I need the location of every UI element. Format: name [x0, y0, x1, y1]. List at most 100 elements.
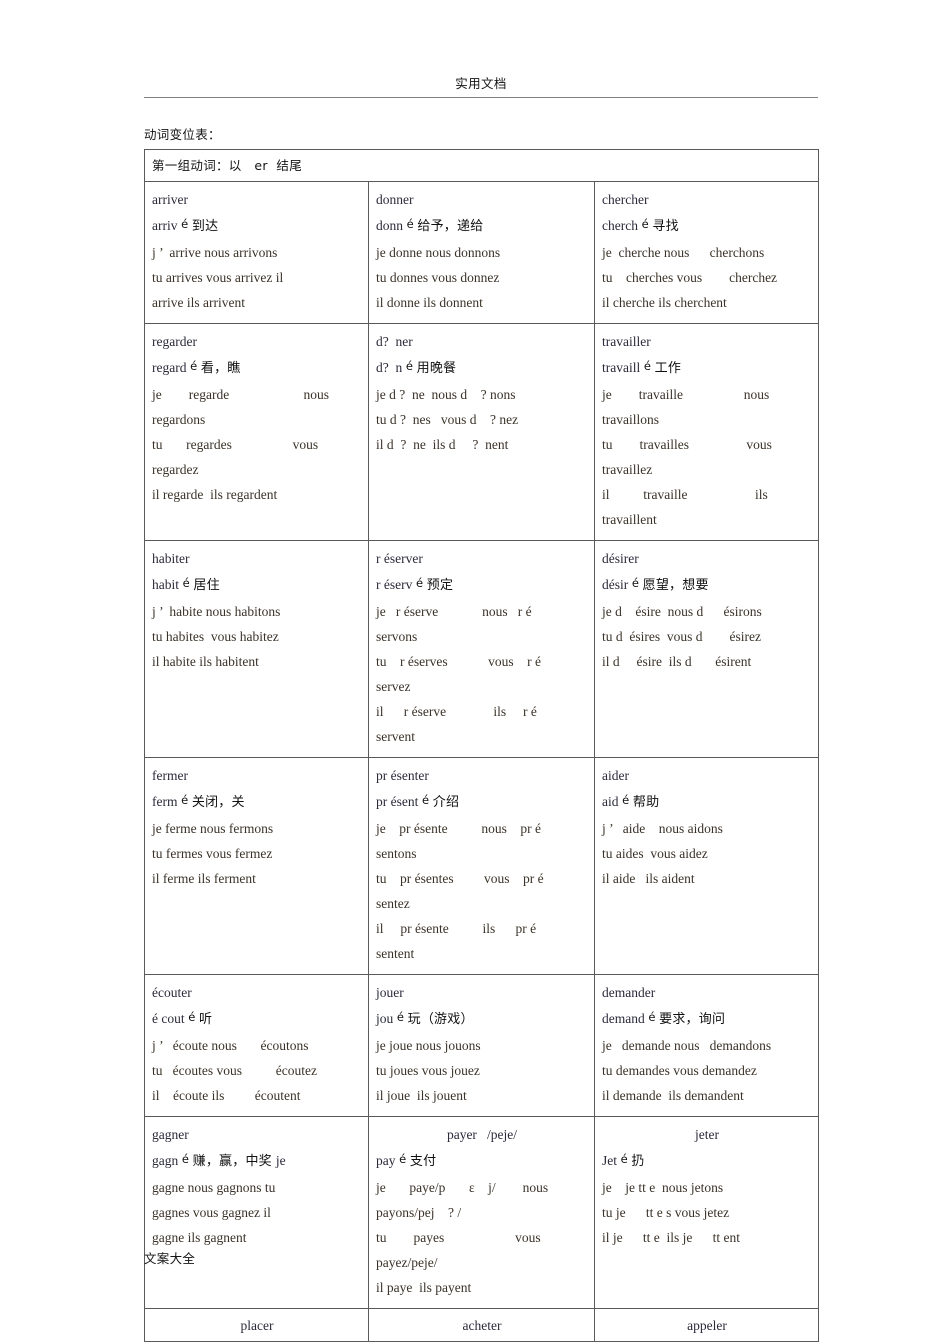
accent-e-icon: é	[412, 576, 427, 590]
verb-meaning: 给予，递给	[417, 219, 484, 234]
table-banner-label: 第一组动词：以 er 结尾	[152, 158, 302, 173]
conjugation-line: tu écoutes vous écoutez	[152, 1063, 317, 1078]
verb-meaning: 赚，赢，中奖	[192, 1154, 272, 1169]
verb-infinitive: fermer	[152, 768, 188, 783]
verb-meaning: 到达	[191, 219, 219, 234]
conjugation-line: tu demandes vous demandez	[602, 1063, 757, 1078]
conjugation-line: arrive ils arrivent	[152, 295, 245, 310]
conjugation-line: il joue ils jouent	[376, 1088, 467, 1103]
conjugation-line: je regarde nous	[152, 387, 329, 402]
verb-stem: arriv	[152, 218, 178, 233]
verb-stem: aid	[602, 794, 619, 809]
accent-e-icon: é	[644, 1010, 660, 1024]
verb-stem: jou	[376, 1011, 394, 1026]
conjugation-line: il aide ils aident	[602, 871, 695, 886]
verb-infinitive: demander	[602, 985, 656, 1000]
conjugation-line: tu payes vous	[376, 1230, 541, 1245]
table-row: arriver arriv é 到达 j ’ arrive nous arrivon…	[144, 181, 820, 324]
verb-meaning: 居住	[193, 578, 220, 593]
verb-gloss-line: pay é 支付	[376, 1146, 588, 1175]
verb-stem: d? n	[376, 360, 403, 375]
conjugation-line: je donne nous donnons	[376, 245, 501, 260]
verb-meaning: 看，瞧	[200, 361, 241, 376]
verb-gloss-line: gagn é 赚，赢，中奖 je	[152, 1146, 362, 1175]
verb-infinitive: jeter	[695, 1127, 719, 1142]
accent-e-icon: é	[393, 1010, 408, 1024]
verb-cell: r éserver r éserv é 预定 je r éserve nous r …	[368, 540, 595, 758]
conjugation-line: je travaille nous	[602, 387, 770, 402]
conjugation-line: il je tt e ils je tt ent	[602, 1230, 740, 1245]
conjugation-line: sentez	[376, 896, 410, 911]
conjugation-line: tu cherches vous cherchez	[602, 270, 778, 285]
conjugation-line: il habite ils habitent	[152, 654, 259, 669]
verb-meaning: 寻找	[652, 219, 679, 234]
running-header: 实用文档	[144, 76, 818, 98]
conjugation-line: je pr ésente nous pr é	[376, 821, 541, 836]
verb-meaning: 用晚餐	[416, 361, 457, 376]
conjugation-line: il demande ils demandent	[602, 1088, 744, 1103]
verb-cell: arriver arriv é 到达 j ’ arrive nous arrivon…	[144, 181, 369, 324]
conjugation-line: payez/peje/	[376, 1255, 438, 1270]
table-row: fermer ferm é 关闭，关 je ferme nous fermons tu…	[144, 757, 820, 975]
verb-cell: chercher cherch é 寻找 je cherche nous cherc…	[593, 181, 820, 324]
verb-gloss-line: pr ésent é 介绍	[376, 787, 588, 816]
conjugation-line: je d ? ne nous d ? nons	[376, 387, 516, 402]
verb-meaning: 介绍	[432, 795, 460, 810]
verb-cell: placer	[144, 1308, 369, 1342]
verb-stem: habit	[152, 577, 179, 592]
conjugation-line: je d ésire nous d ésirons	[602, 604, 762, 619]
accent-e-icon: é	[186, 359, 201, 373]
verb-infinitive: habiter	[152, 551, 190, 566]
conjugation-line: tu travailles vous	[602, 437, 772, 452]
conjugation-line: tu arrives vous arrivez il	[152, 270, 284, 285]
verb-meaning: 帮助	[632, 795, 660, 810]
conjugation-line: il r éserve ils r é	[376, 704, 537, 719]
verb-cell: désirer désir é 愿望，想要 je d ésire nous d és…	[593, 540, 820, 758]
accent-e-icon: é	[403, 217, 418, 231]
table-row: regarder regard é 看，瞧 je regarde nous regar…	[144, 323, 820, 541]
conjugation-line: tu aides vous aidez	[602, 846, 708, 861]
verb-cell: donner donn é 给予，递给 je donne nous donnons t…	[368, 181, 595, 324]
conjugation-line: tu d ? nes vous d ? nez	[376, 412, 519, 427]
verb-cell: aider aid é 帮助 j ’ aide nous aidons tu aide…	[593, 757, 820, 975]
verb-gloss-line: Jet é 扔	[602, 1146, 812, 1175]
conjugation-line: servons	[376, 629, 418, 644]
verb-conjugation-table: 第一组动词：以 er 结尾 arriver arriv é 到达 j ’ arrive…	[143, 149, 820, 1342]
verb-stem: gagn	[152, 1153, 179, 1168]
verb-stem: r éserv	[376, 577, 413, 592]
verb-meaning: 要求，询问	[659, 1012, 726, 1027]
conjugation-line: regardons	[152, 412, 206, 427]
verb-meaning: 愿望，想要	[642, 578, 709, 593]
verb-gloss-line: donn é 给予，递给	[376, 211, 588, 240]
table-row: placer acheter appeler	[144, 1308, 820, 1342]
conjugation-line: servez	[376, 679, 411, 694]
verb-gloss-line: arriv é 到达	[152, 211, 362, 240]
accent-e-icon: é	[177, 217, 192, 231]
verb-meaning: 支付	[409, 1154, 437, 1169]
verb-meaning: 玩（游戏）	[407, 1012, 474, 1027]
conjugation-line: sentons	[376, 846, 417, 861]
verb-gloss-line: jou é 玩（游戏）	[376, 1004, 588, 1033]
document-page: 实用文档 动词变位表： 第一组动词：以 er 结尾 arriver arriv é …	[0, 0, 945, 1342]
verb-stem: pay	[376, 1153, 396, 1168]
table-banner-cell: 第一组动词：以 er 结尾	[143, 149, 820, 182]
verb-cell: fermer ferm é 关闭，关 je ferme nous fermons tu…	[144, 757, 369, 975]
accent-e-icon: é	[640, 359, 655, 373]
running-footer: 文案大全	[144, 1251, 196, 1266]
verb-stem: regard	[152, 360, 187, 375]
accent-e-icon: é	[395, 1152, 410, 1166]
verb-gloss-tail: je	[275, 1153, 286, 1168]
conjugation-line: j ’ habite nous habitons	[152, 604, 281, 619]
accent-e-icon: é	[617, 1152, 632, 1166]
verb-stem: pr ésent	[376, 794, 419, 809]
verb-meaning: 关闭，关	[191, 795, 245, 810]
conjugation-line: gagnes vous gagnez il	[152, 1205, 271, 1220]
conjugation-line: il regarde ils regardent	[152, 487, 278, 502]
verb-infinitive: placer	[240, 1318, 274, 1333]
conjugation-line: il ferme ils ferment	[152, 871, 256, 886]
accent-e-icon: é	[178, 1152, 193, 1166]
verb-gloss-line: ferm é 关闭，关	[152, 787, 362, 816]
verb-gloss-line: é cout é 听	[152, 1004, 362, 1033]
verb-infinitive: gagner	[152, 1127, 189, 1142]
conjugation-line: il travaille ils	[602, 487, 768, 502]
